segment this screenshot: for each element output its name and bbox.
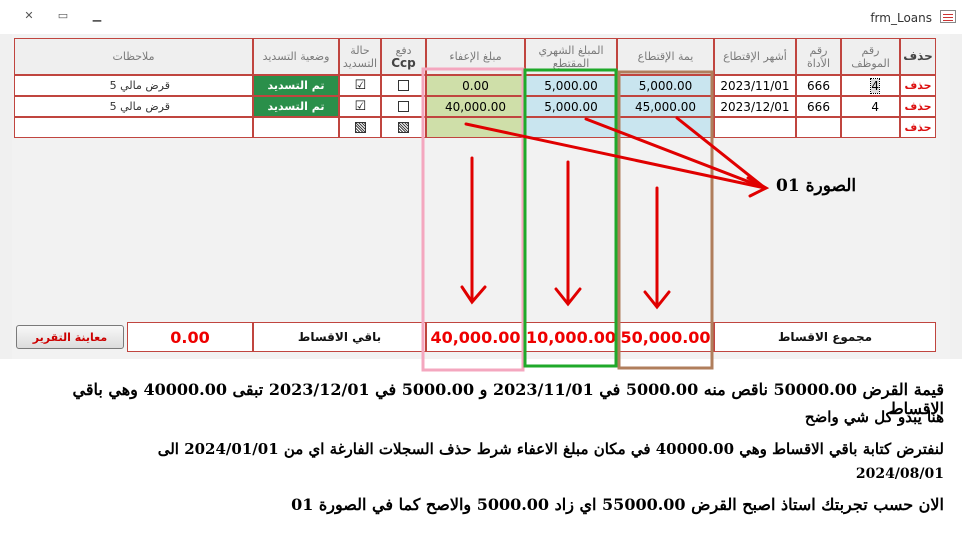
deduction-column-highlight-box — [617, 70, 714, 370]
annotation-arrows — [460, 116, 770, 310]
note-line-5: الان حسب تجربتك استاذ اصبح القرض 55000.0… — [291, 495, 944, 514]
arrow-to-label-2 — [584, 117, 767, 190]
note-line-2: هنا يبدو كل شي واضح — [804, 408, 944, 426]
annotation-overlay — [421, 67, 770, 372]
note-line-4: 2024/08/01 — [855, 466, 944, 482]
monthly-column-highlight-box — [523, 68, 618, 368]
figure-01-label: الصورة 01 — [776, 176, 857, 196]
note-line-3: لنفترض كتابة باقي الاقساط وهي 40000.00 ف… — [157, 440, 944, 458]
